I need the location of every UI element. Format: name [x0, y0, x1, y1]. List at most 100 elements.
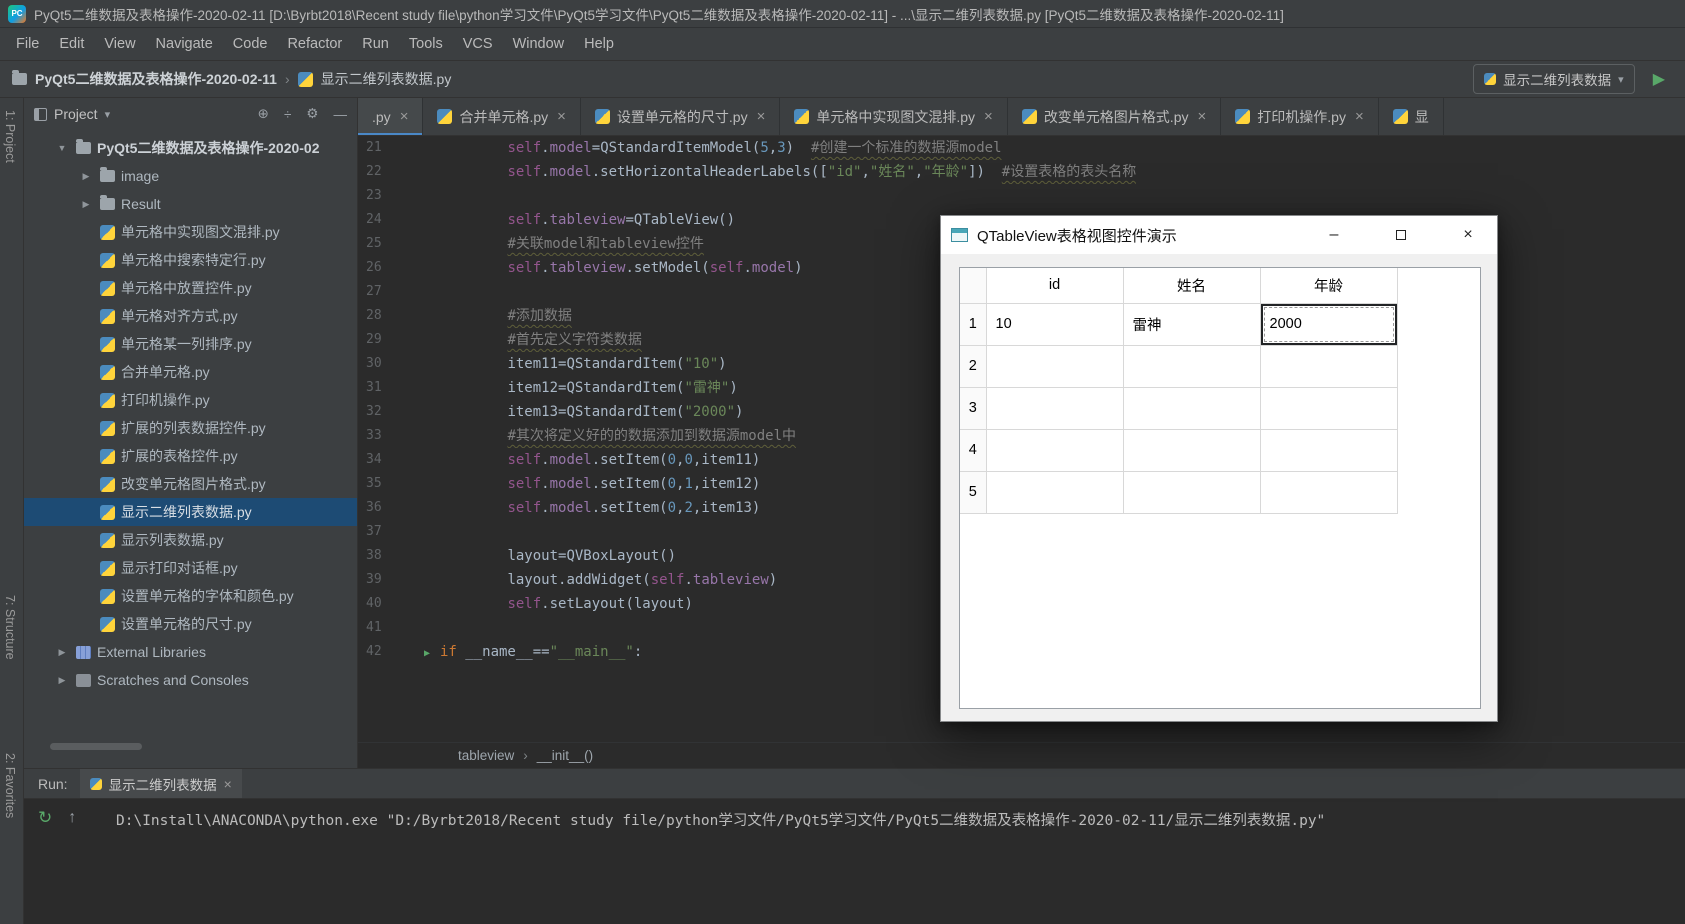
gear-icon[interactable]: ⚙	[306, 106, 318, 122]
table-cell[interactable]	[986, 471, 1124, 514]
qt-title-bar[interactable]: QTableView表格视图控件演示 – ×	[941, 216, 1497, 254]
project-item[interactable]: ▼ PyQt5二维数据及表格操作-2020-02	[24, 134, 357, 162]
table-cell[interactable]	[1123, 471, 1261, 514]
project-item[interactable]: 合并单元格.py	[24, 358, 357, 386]
tab-close-icon[interactable]: ×	[557, 108, 566, 125]
menu-item-run[interactable]: Run	[352, 31, 399, 57]
row-header[interactable]: 1	[960, 303, 987, 346]
console-output[interactable]: D:\Install\ANACONDA\python.exe "D:/Byrbt…	[116, 809, 1685, 924]
hide-panel-icon[interactable]: —	[334, 107, 348, 122]
code-line[interactable]: 22 self.model.setHorizontalHeaderLabels(…	[358, 160, 1685, 184]
maximize-button[interactable]	[1372, 216, 1430, 254]
collapse-all-icon[interactable]: ÷	[284, 107, 291, 122]
close-button[interactable]: ×	[1439, 216, 1497, 254]
project-item[interactable]: 扩展的列表数据控件.py	[24, 414, 357, 442]
menu-item-view[interactable]: View	[94, 31, 145, 57]
run-tab[interactable]: 显示二维列表数据 ×	[79, 769, 242, 798]
column-header[interactable]: 年龄	[1260, 268, 1398, 304]
tab-close-icon[interactable]: ×	[1198, 108, 1207, 125]
chevron-right-icon[interactable]: ▶	[78, 171, 94, 182]
tab-close-icon[interactable]: ×	[1355, 108, 1364, 125]
table-cell[interactable]	[1260, 345, 1398, 388]
row-header[interactable]: 5	[960, 471, 987, 514]
menu-item-edit[interactable]: Edit	[49, 31, 94, 57]
project-item[interactable]: 显示列表数据.py	[24, 526, 357, 554]
table-cell[interactable]	[1260, 471, 1398, 514]
table-cell[interactable]	[1123, 429, 1261, 472]
column-header[interactable]: 姓名	[1123, 268, 1261, 304]
project-item[interactable]: 改变单元格图片格式.py	[24, 470, 357, 498]
project-item[interactable]: ▶ image	[24, 162, 357, 190]
menu-item-file[interactable]: File	[6, 31, 49, 57]
qtableview-demo-window[interactable]: QTableView表格视图控件演示 – × id 姓名 年龄 1 10 雷神 2000 2 3…	[940, 215, 1498, 722]
menu-item-vcs[interactable]: VCS	[453, 31, 503, 57]
title-bar[interactable]: PC PyQt5二维数据及表格操作-2020-02-11 [D:\Byrbt20…	[0, 0, 1685, 28]
project-item[interactable]: ▶ Result	[24, 190, 357, 218]
editor-tab[interactable]: 设置单元格的尺寸.py ×	[581, 98, 781, 135]
row-header[interactable]: 2	[960, 345, 987, 388]
menu-item-help[interactable]: Help	[574, 31, 624, 57]
project-item[interactable]: 设置单元格的字体和颜色.py	[24, 582, 357, 610]
project-item[interactable]: 打印机操作.py	[24, 386, 357, 414]
project-item[interactable]: 设置单元格的尺寸.py	[24, 610, 357, 638]
breadcrumb-item[interactable]: tableview	[458, 748, 514, 763]
chevron-down-icon[interactable]: ▼	[54, 143, 70, 153]
breadcrumb-item[interactable]: __init__()	[537, 748, 593, 763]
project-item[interactable]: 单元格对齐方式.py	[24, 302, 357, 330]
chevron-right-icon[interactable]: ▶	[54, 647, 70, 658]
editor-tab[interactable]: 显	[1379, 98, 1444, 135]
tab-close-icon[interactable]: ×	[400, 108, 409, 125]
project-item[interactable]: 显示二维列表数据.py	[24, 498, 357, 526]
locate-file-icon[interactable]: ⊕	[258, 106, 269, 122]
column-header[interactable]: id	[986, 268, 1124, 304]
menu-item-tools[interactable]: Tools	[399, 31, 453, 57]
table-cell[interactable]	[986, 345, 1124, 388]
breadcrumb-file[interactable]: 显示二维列表数据.py	[321, 69, 452, 89]
project-item[interactable]: 显示打印对话框.py	[24, 554, 357, 582]
tool-button-structure[interactable]: 7: Structure	[3, 595, 17, 660]
tab-close-icon[interactable]: ×	[757, 108, 766, 125]
row-header[interactable]: 3	[960, 387, 987, 430]
chevron-right-icon[interactable]: ▶	[78, 199, 94, 210]
breadcrumb-project[interactable]: PyQt5二维数据及表格操作-2020-02-11	[35, 69, 277, 89]
project-view-title[interactable]: Project	[54, 106, 98, 122]
editor-tab[interactable]: 单元格中实现图文混排.py ×	[780, 98, 1008, 135]
table-cell[interactable]	[1260, 387, 1398, 430]
run-line-icon[interactable]: ▶	[424, 648, 430, 659]
editor-tab[interactable]: 改变单元格图片格式.py ×	[1008, 98, 1222, 135]
run-configuration-select[interactable]: 显示二维列表数据 ▾	[1473, 64, 1635, 94]
tool-button-project[interactable]: 1: Project	[3, 110, 17, 163]
rerun-icon[interactable]: ↻	[38, 809, 52, 826]
project-item[interactable]: 单元格中搜索特定行.py	[24, 246, 357, 274]
project-item[interactable]: 单元格中实现图文混排.py	[24, 218, 357, 246]
table-cell[interactable]: 10	[986, 303, 1124, 346]
table-cell[interactable]	[1123, 387, 1261, 430]
project-item[interactable]: 单元格某一列排序.py	[24, 330, 357, 358]
minimize-button[interactable]: –	[1305, 216, 1363, 254]
editor-tab[interactable]: .py ×	[358, 98, 424, 135]
table-cell[interactable]: 2000	[1260, 303, 1398, 346]
menu-item-code[interactable]: Code	[223, 31, 278, 57]
editor-tab[interactable]: 打印机操作.py ×	[1221, 98, 1379, 135]
run-button[interactable]: ▶	[1653, 69, 1665, 89]
menu-item-refactor[interactable]: Refactor	[277, 31, 352, 57]
table-cell[interactable]	[986, 387, 1124, 430]
chevron-right-icon[interactable]: ▶	[54, 675, 70, 686]
project-item[interactable]: 扩展的表格控件.py	[24, 442, 357, 470]
menu-item-navigate[interactable]: Navigate	[146, 31, 223, 57]
table-cell[interactable]	[1123, 345, 1261, 388]
close-icon[interactable]: ×	[224, 776, 232, 792]
code-line[interactable]: 23	[358, 184, 1685, 208]
editor-tab[interactable]: 合并单元格.py ×	[423, 98, 581, 135]
qtableview[interactable]: id 姓名 年龄 1 10 雷神 2000 2 3 4 5	[960, 268, 1398, 514]
code-line[interactable]: 21 self.model=QStandardItemModel(5,3) #创…	[358, 136, 1685, 160]
chevron-down-icon[interactable]: ▾	[105, 108, 111, 121]
horizontal-scrollbar[interactable]	[50, 743, 142, 750]
scroll-up-icon[interactable]: ↑	[68, 809, 76, 826]
table-cell[interactable]	[1260, 429, 1398, 472]
table-cell[interactable]: 雷神	[1123, 303, 1261, 346]
tab-close-icon[interactable]: ×	[984, 108, 993, 125]
project-item[interactable]: ▶ Scratches and Consoles	[24, 666, 357, 694]
tool-button-favorites[interactable]: 2: Favorites	[3, 753, 17, 818]
project-item[interactable]: ▶ External Libraries	[24, 638, 357, 666]
